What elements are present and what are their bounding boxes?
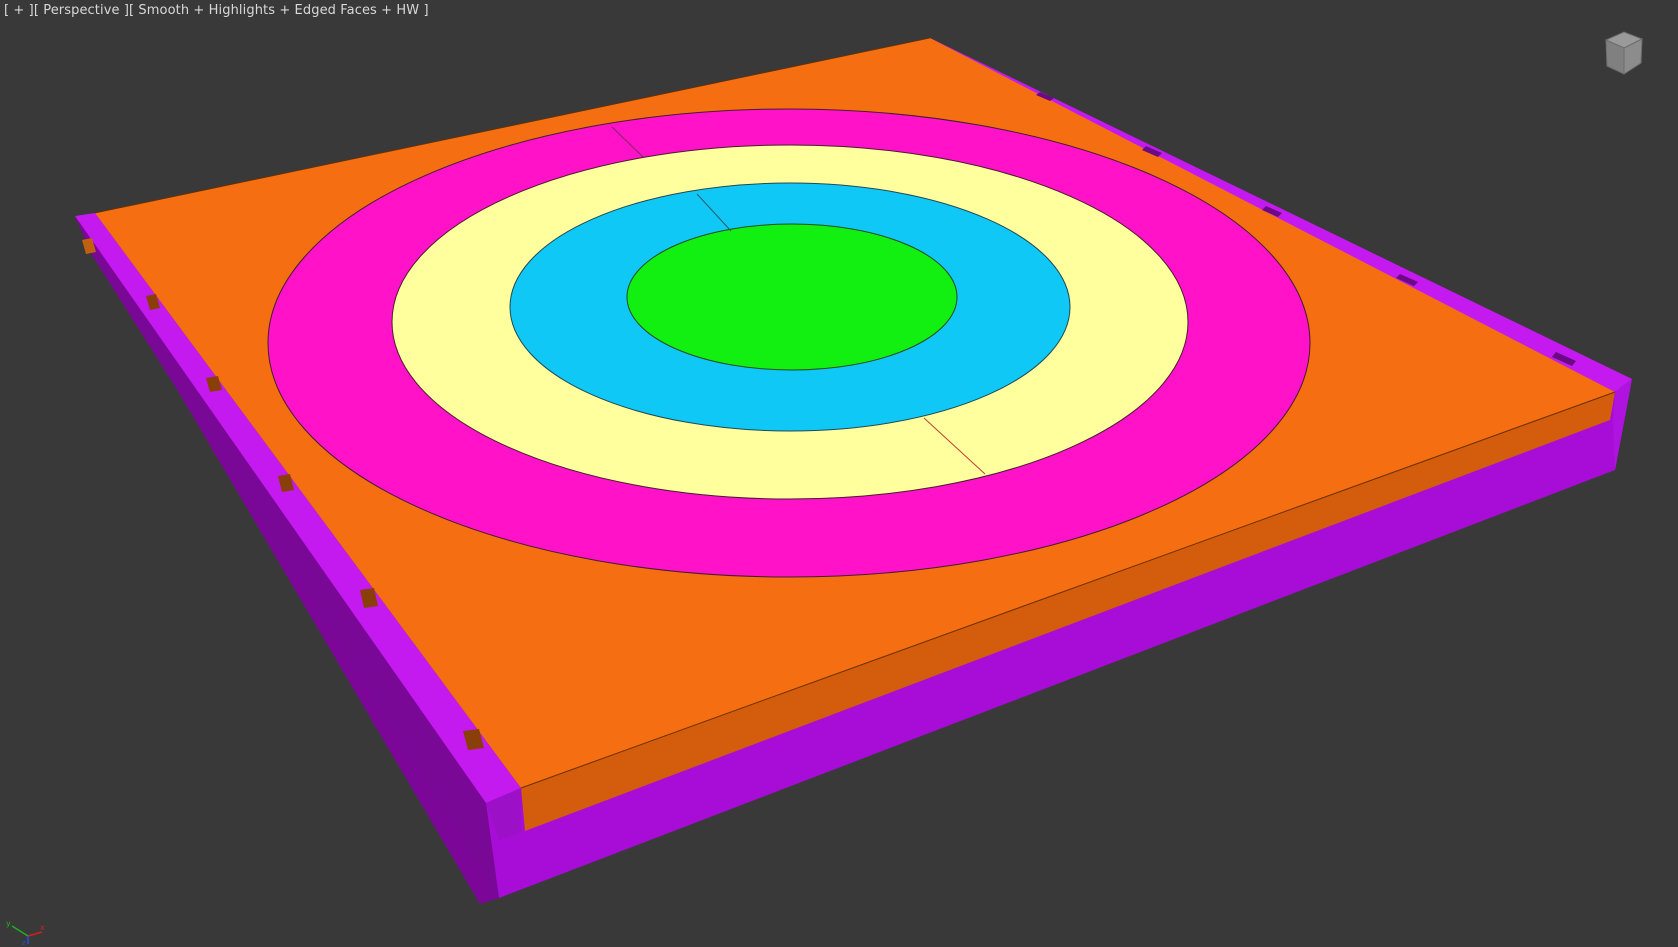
viewport-menu-shading[interactable]: [ Smooth + Highlights + Edged Faces + HW… — [129, 3, 429, 18]
viewport-menu-view[interactable]: [ Perspective ] — [34, 3, 129, 18]
target-rings[interactable] — [267, 108, 1311, 578]
base-frame-right-end — [1613, 379, 1632, 470]
axis-x-line — [27, 931, 43, 937]
axis-y-line — [11, 925, 29, 937]
axis-z-label: z — [22, 939, 26, 946]
axis-x-label: x — [40, 923, 45, 932]
center-disc[interactable] — [626, 223, 958, 371]
scene-canvas[interactable] — [0, 0, 1678, 947]
viewport-label: [ + ][ Perspective ][ Smooth + Highlight… — [4, 3, 429, 18]
viewport-menu-plus[interactable]: [ + ] — [4, 3, 34, 18]
axis-tripod-icon: y x z — [2, 912, 48, 947]
viewcube-icon[interactable] — [1600, 30, 1648, 82]
axis-y-label: y — [6, 919, 11, 928]
viewport[interactable]: [ + ][ Perspective ][ Smooth + Highlight… — [0, 0, 1678, 947]
